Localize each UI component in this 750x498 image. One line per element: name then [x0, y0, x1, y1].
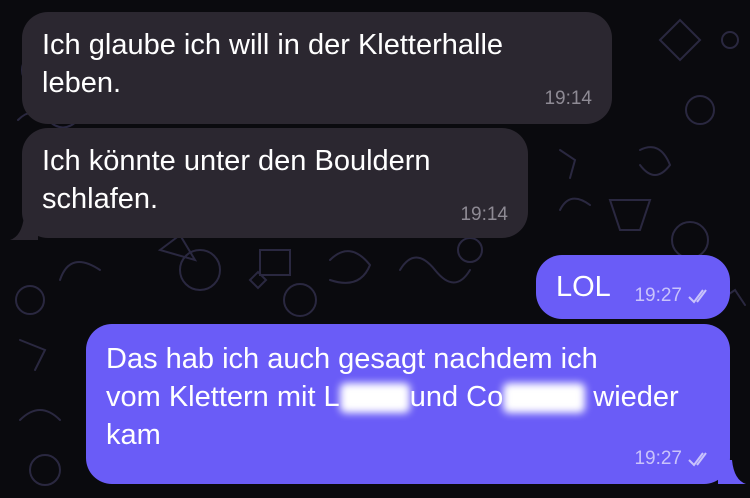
message-text-line: Ich könnte unter den Bouldern [42, 145, 431, 177]
message-outgoing-1[interactable]: LOL 19:27 [536, 255, 730, 319]
message-incoming-2[interactable]: Ich könnte unter den Bouldern schlafen. … [22, 128, 528, 238]
redaction-blur [503, 383, 586, 414]
message-text-fragment: wieder [593, 381, 679, 413]
message-status: 19:27 [634, 448, 714, 470]
double-check-icon [688, 452, 707, 467]
double-check-icon [688, 289, 707, 304]
timestamp: 19:14 [460, 204, 508, 225]
bubble-tail-icon [10, 216, 38, 240]
message-status: 19:27 [634, 285, 714, 307]
message-text-line: kam [106, 419, 161, 451]
message-text-line: schlafen. [42, 183, 159, 215]
message-outgoing-2[interactable]: Das hab ich auch gesagt nachdem ich vom … [86, 324, 730, 484]
message-time: 19:14 [460, 204, 508, 226]
timestamp: 19:27 [634, 448, 682, 469]
message-text-line: Ich glaube ich will in der Kletterhalle [42, 29, 504, 61]
message-time: 19:14 [544, 88, 592, 110]
message-text-fragment: und Co [409, 381, 504, 413]
redaction-blur [339, 383, 410, 414]
message-text-line: vom Klettern mit L und Co wieder [106, 378, 710, 416]
message-text-line: leben. [42, 67, 122, 99]
timestamp: 19:14 [544, 88, 592, 109]
message-text-fragment: vom Klettern mit L [106, 381, 340, 413]
timestamp: 19:27 [634, 285, 682, 306]
message-incoming-1[interactable]: Ich glaube ich will in der Kletterhalle … [22, 12, 612, 124]
message-text-line: Das hab ich auch gesagt nachdem ich [106, 343, 598, 375]
bubble-tail-icon [718, 460, 746, 484]
